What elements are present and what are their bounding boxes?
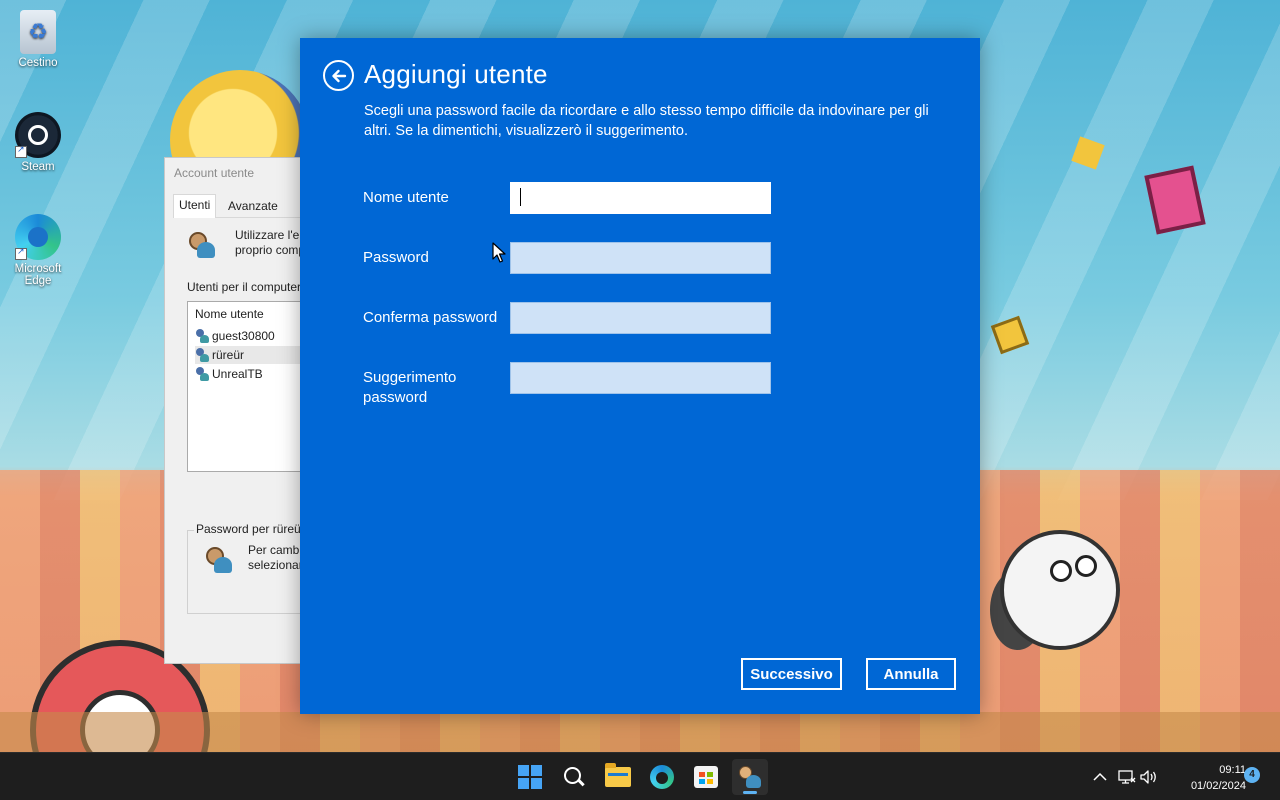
recycle-bin-icon xyxy=(20,10,56,54)
password-hint-label: Suggerimento password xyxy=(363,368,456,408)
network-button[interactable] xyxy=(1116,753,1138,800)
desktop-icon-label: Microsoft Edge xyxy=(14,263,62,287)
password-group-text: Per cambi selezionar xyxy=(248,543,303,573)
dialog-description: Scegli una password facile da ricordare … xyxy=(364,103,929,139)
list-item-label: rüreür xyxy=(212,348,245,362)
desktop-icon-recycle-bin[interactable]: Cestino xyxy=(0,10,76,69)
taskbar-file-explorer[interactable] xyxy=(600,759,636,795)
volume-icon xyxy=(1140,770,1156,784)
confirm-password-input[interactable] xyxy=(510,302,771,334)
back-button[interactable] xyxy=(323,60,354,91)
taskbar-microsoft-store[interactable] xyxy=(688,759,724,795)
volume-button[interactable] xyxy=(1138,753,1160,800)
user-accounts-window[interactable]: Account utente Utenti Avanzate Utilizzar… xyxy=(164,157,327,664)
clock-date: 01/02/2024 xyxy=(1190,780,1246,792)
microsoft-store-icon xyxy=(694,766,718,788)
taskbar-user-accounts[interactable] xyxy=(732,759,768,795)
description-line: proprio comp xyxy=(235,243,306,257)
password-group-label: Password per rüreür xyxy=(194,522,307,536)
shortcut-arrow-icon xyxy=(15,144,27,158)
windows-logo-icon xyxy=(518,765,542,789)
file-explorer-icon xyxy=(605,763,631,787)
password-hint-input[interactable] xyxy=(510,362,771,394)
username-label: Nome utente xyxy=(363,189,449,206)
list-item-label: guest30800 xyxy=(212,329,275,343)
dialog-title: Aggiungi utente xyxy=(364,59,548,89)
password-hint-label-line: password xyxy=(363,389,428,406)
steam-icon xyxy=(15,112,61,158)
clock-time: 09:11 xyxy=(1219,764,1246,776)
show-hidden-icons-button[interactable] xyxy=(1090,753,1110,800)
window-description: Utilizzare l'el proprio comp xyxy=(235,228,305,258)
user-icon xyxy=(195,329,209,343)
taskbar-search-button[interactable] xyxy=(556,759,592,795)
password-input[interactable] xyxy=(510,242,771,274)
column-header-username[interactable]: Nome utente xyxy=(195,307,264,321)
password-text-line: Per cambi xyxy=(248,543,303,557)
mouse-pointer-icon xyxy=(492,242,506,263)
username-input[interactable] xyxy=(510,182,771,214)
text-caret xyxy=(520,188,521,206)
back-arrow-icon xyxy=(331,69,346,82)
edge-icon xyxy=(650,765,674,789)
notification-badge[interactable]: 4 xyxy=(1244,767,1260,783)
next-button[interactable]: Successivo xyxy=(741,658,842,690)
window-title: Account utente xyxy=(174,166,255,180)
edge-icon xyxy=(15,214,61,260)
active-app-indicator xyxy=(743,791,757,794)
password-label: Password xyxy=(363,249,429,266)
chevron-up-icon xyxy=(1093,772,1107,781)
users-list-label: Utenti per il computer xyxy=(187,280,302,294)
search-icon xyxy=(563,766,585,788)
add-user-dialog: Aggiungi utente Scegli una password faci… xyxy=(300,38,980,714)
network-icon xyxy=(1118,770,1136,784)
shortcut-arrow-icon xyxy=(15,246,27,260)
desktop-icon-label: Cestino xyxy=(18,57,58,69)
confirm-password-label: Conferma password xyxy=(363,309,498,326)
desktop-icon-steam[interactable]: Steam xyxy=(0,112,76,173)
user-icon xyxy=(195,348,209,362)
user-password-icon xyxy=(204,545,234,575)
tab-users[interactable]: Utenti xyxy=(173,194,217,218)
clock[interactable]: 09:11 01/02/2024 xyxy=(1170,762,1246,794)
tab-advanced[interactable]: Avanzate xyxy=(228,199,278,213)
system-tray xyxy=(1116,753,1160,800)
taskbar: 09:11 01/02/2024 xyxy=(0,752,1280,800)
password-hint-label-line: Suggerimento xyxy=(363,369,457,386)
taskbar-edge[interactable] xyxy=(644,759,680,795)
user-accounts-icon xyxy=(737,764,763,790)
password-text-line: selezionar xyxy=(248,558,303,572)
list-item-label: UnrealTB xyxy=(212,367,263,381)
start-button[interactable] xyxy=(512,759,548,795)
user-icon xyxy=(195,367,209,381)
users-icon xyxy=(187,230,217,260)
description-line: Utilizzare l'el xyxy=(235,228,302,242)
cancel-button[interactable]: Annulla xyxy=(866,658,956,690)
desktop-icon-label: Steam xyxy=(21,161,55,173)
desktop-icon-edge[interactable]: Microsoft Edge xyxy=(0,214,76,287)
